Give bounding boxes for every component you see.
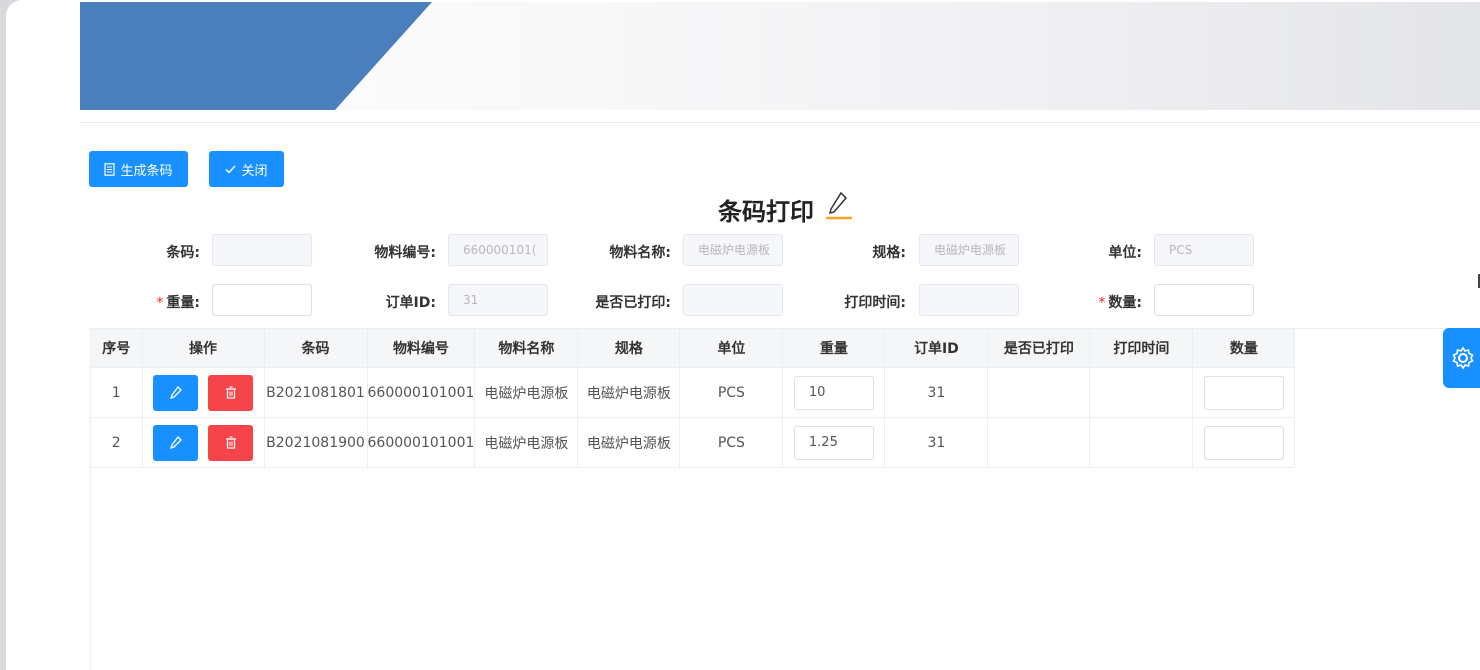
col-material-code: 物料编号 (367, 329, 476, 368)
close-button[interactable]: 关闭 (209, 151, 284, 187)
barcode-label: 条码: (166, 245, 200, 261)
weight-field[interactable] (212, 284, 312, 316)
pencil-icon (824, 190, 854, 228)
col-spec: 规格 (577, 329, 681, 368)
quantity-label: * 数量: (1072, 292, 1142, 312)
print-time-label: 打印时间: (844, 295, 906, 311)
page-title: 条码打印 (718, 190, 854, 228)
required-mark: * (1098, 295, 1106, 311)
page: 生成条码 关闭 条码打印 条码: 物料编号: 660000101( 物料名称: … (6, 0, 1480, 670)
col-weight: 重量 (782, 329, 886, 368)
barcode-field[interactable] (212, 234, 312, 266)
header-divider (80, 122, 1480, 123)
quantity-field[interactable] (1154, 284, 1254, 316)
material-code-field[interactable]: 660000101( (448, 234, 548, 266)
col-unit: 单位 (679, 329, 784, 368)
trash-icon (225, 436, 236, 449)
col-material-name: 物料名称 (474, 329, 579, 368)
print-time-field[interactable] (919, 284, 1019, 316)
edit-button[interactable] (153, 424, 198, 461)
unit-field[interactable]: PCS (1154, 234, 1254, 266)
col-order-id: 订单ID (884, 329, 989, 368)
edit-button[interactable] (153, 374, 198, 411)
header-banner (80, 2, 1480, 110)
cell-material-code: 660000101001 (367, 367, 476, 418)
col-print-time: 打印时间 (1089, 329, 1194, 368)
cell-barcode: B2021081900 (264, 417, 368, 468)
table-header-row: 序号 操作 条码 物料编号 物料名称 规格 单位 重量 订单ID 是否已打印 打… (91, 329, 1296, 368)
cell-printed (987, 367, 1091, 418)
settings-tab[interactable] (1443, 328, 1480, 388)
weight-label: * 重量: (130, 292, 200, 312)
cell-order-id: 31 (884, 367, 989, 418)
material-code-label: 物料编号: (374, 245, 436, 261)
table-row: 2 B2021081900 660000101001 电磁炉电源板 电磁炉电源板… (91, 417, 1296, 468)
cell-quantity (1192, 367, 1296, 418)
col-quantity: 数量 (1192, 329, 1296, 368)
weight-label-text: 重量: (166, 295, 200, 311)
weight-input[interactable]: 10 (793, 375, 874, 410)
delete-button[interactable] (208, 424, 253, 461)
table-row: 1 B2021081801 660000101001 电磁炉电源板 电磁炉电源板… (91, 367, 1296, 418)
col-actions: 操作 (142, 329, 265, 368)
edit-icon (169, 436, 182, 449)
cell-quantity (1192, 417, 1296, 468)
page-title-text: 条码打印 (718, 197, 814, 226)
order-id-label: 订单ID: (385, 295, 436, 311)
cell-material-code: 660000101001 (367, 417, 476, 468)
cell-material-name: 电磁炉电源板 (474, 367, 579, 418)
document-icon (104, 162, 116, 176)
col-printed: 是否已打印 (987, 329, 1091, 368)
cell-actions (142, 417, 265, 468)
close-label: 关闭 (241, 163, 268, 179)
cell-spec: 电磁炉电源板 (577, 367, 681, 418)
cell-printed (987, 417, 1091, 468)
cell-order-id: 31 (884, 417, 989, 468)
trash-icon (225, 386, 236, 399)
spec-field[interactable]: 电磁炉电源板 (919, 234, 1019, 266)
cell-actions (142, 367, 265, 418)
cell-spec: 电磁炉电源板 (577, 417, 681, 468)
col-index: 序号 (91, 329, 143, 368)
printed-field[interactable] (683, 284, 783, 316)
cell-unit: PCS (679, 417, 784, 468)
material-name-field[interactable]: 电磁炉电源板 (683, 234, 783, 266)
cell-index: 2 (91, 417, 143, 468)
edit-icon (169, 386, 182, 399)
cell-weight: 10 (782, 367, 886, 418)
cell-unit: PCS (679, 367, 784, 418)
gear-icon (1452, 346, 1474, 370)
cell-barcode: B2021081801 (264, 367, 368, 418)
quantity-input[interactable] (1203, 375, 1284, 410)
unit-label: 单位: (1108, 245, 1142, 261)
cell-index: 1 (91, 367, 143, 418)
data-table: 序号 操作 条码 物料编号 物料名称 规格 单位 重量 订单ID 是否已打印 打… (90, 328, 1480, 670)
col-barcode: 条码 (264, 329, 368, 368)
printed-label: 是否已打印: (595, 295, 671, 311)
quantity-label-text: 数量: (1108, 295, 1142, 311)
check-icon (225, 165, 236, 174)
required-mark: * (156, 295, 164, 311)
banner-shape (80, 2, 432, 110)
cell-material-name: 电磁炉电源板 (474, 417, 579, 468)
generate-barcode-button[interactable]: 生成条码 (89, 151, 188, 187)
cell-print-time (1089, 367, 1194, 418)
cell-weight: 1.25 (782, 417, 886, 468)
material-name-label: 物料名称: (609, 245, 671, 261)
spec-label: 规格: (872, 245, 906, 261)
generate-barcode-label: 生成条码 (120, 163, 173, 179)
quantity-input[interactable] (1203, 425, 1284, 460)
order-id-field[interactable]: 31 (448, 284, 548, 316)
cell-print-time (1089, 417, 1194, 468)
delete-button[interactable] (208, 374, 253, 411)
weight-input[interactable]: 1.25 (793, 425, 874, 460)
